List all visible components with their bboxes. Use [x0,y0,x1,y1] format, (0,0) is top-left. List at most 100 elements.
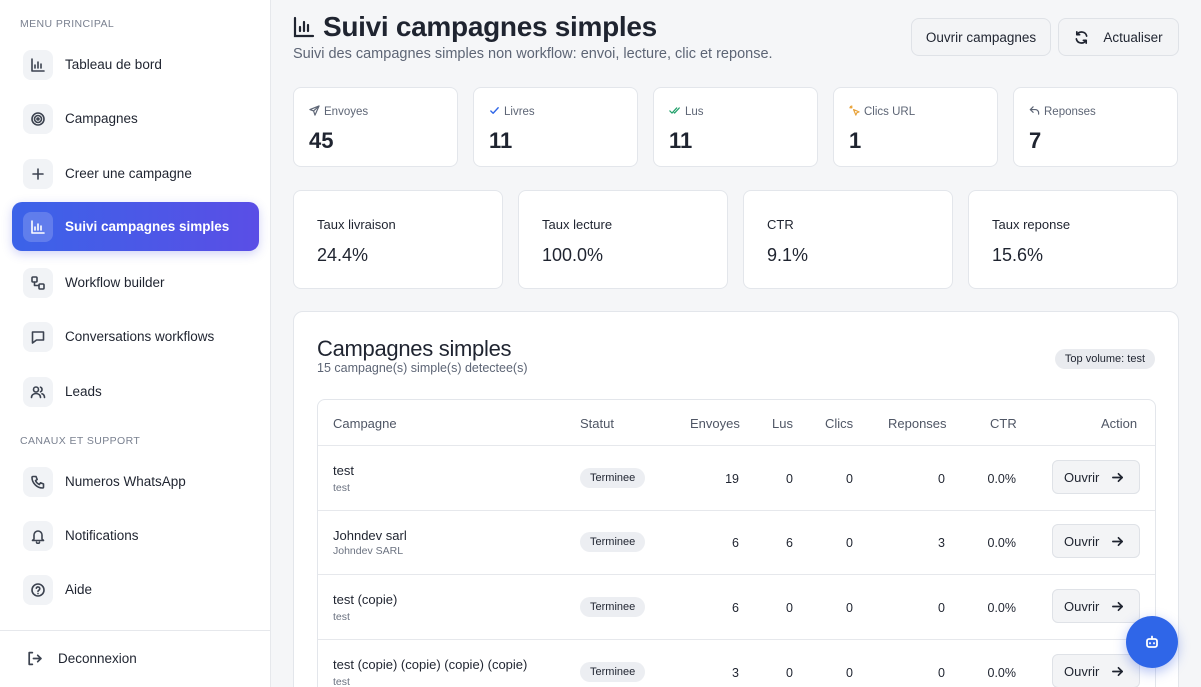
bar-chart-icon [23,211,53,242]
stat-label: Envoyes [309,105,368,118]
cell-envoyes: 3 [732,666,739,680]
open-button-label: Ouvrir [1064,663,1100,679]
sidebar-item-numeros-whatsapp[interactable]: Numeros WhatsApp [12,457,259,506]
sidebar-item-label: Workflow builder [65,275,165,290]
cell-reponses: 3 [938,536,945,550]
sidebar-item-creer-campagne[interactable]: Creer une campagne [12,149,259,198]
page-title-text: Suivi campagnes simples [323,11,657,42]
table-row: test test Terminee 19 0 0 0 0.0% Ouvrir [318,445,1155,510]
cell-reponses: 0 [938,666,945,680]
open-campaigns-label: Ouvrir campagnes [925,29,1037,45]
sidebar-item-label: Suivi campagnes simples [65,219,230,234]
open-campaign-button[interactable]: Ouvrir [1052,524,1140,558]
campaign-sub: test [333,676,350,687]
cell-ctr: 0.0% [987,472,1017,486]
column-header-campagne: Campagne [333,416,397,431]
rate-label: Taux reponse [992,217,1071,232]
sidebar-item-label: Notifications [65,528,139,543]
sidebar-item-leads[interactable]: Leads [12,367,259,416]
column-header-envoyes: Envoyes [690,416,740,431]
table-row: test (copie) (copie) (copie) (copie) tes… [318,639,1155,687]
status-badge: Terminee [580,532,646,552]
cell-reponses: 0 [938,601,945,615]
campaigns-panel: Campagnes simples 15 campagne(s) simple(… [293,311,1179,687]
stat-value: 11 [669,128,693,153]
logout-label: Deconnexion [58,651,137,666]
rate-card-livraison: Taux livraison 24.4% [293,190,503,289]
panel-subtitle: 15 campagne(s) simple(s) detectee(s) [317,361,528,375]
sidebar-divider [0,630,270,631]
status-badge: Terminee [580,597,646,617]
column-header-statut: Statut [580,416,614,431]
stat-label: Reponses [1029,105,1096,118]
open-campaigns-button[interactable]: Ouvrir campagnes [911,18,1051,56]
stat-value: 1 [849,128,862,153]
cell-lus: 6 [786,536,793,550]
cell-ctr: 0.0% [987,536,1017,550]
campaign-name: test [333,463,354,478]
stat-card-livres: Livres 11 [473,87,638,167]
bell-icon [23,520,53,551]
refresh-label: Actualiser [1103,29,1163,45]
campaign-name: test (copie) (copie) (copie) (copie) [333,657,528,672]
sidebar-item-label: Leads [65,384,102,399]
stat-label-text: Livres [504,105,535,118]
column-header-lus: Lus [772,416,793,431]
arrow-right-icon [1112,666,1124,676]
column-header-clics: Clics [825,416,854,431]
section-label-main: MENU PRINCIPAL [20,18,115,30]
stat-value: 45 [309,128,334,153]
stat-label: Lus [669,105,704,118]
stat-label-text: Reponses [1044,105,1096,118]
column-header-ctr: CTR [990,416,1017,431]
rate-label: Taux lecture [542,217,613,232]
sidebar-item-workflow-builder[interactable]: Workflow builder [12,258,259,307]
page-subtitle: Suivi des campagnes simples non workflow… [293,46,773,62]
rate-card-reponse: Taux reponse 15.6% [968,190,1178,289]
cell-clics: 0 [846,601,853,615]
refresh-button[interactable]: Actualiser [1058,18,1179,56]
phone-icon [23,466,53,497]
sidebar-item-label: Numeros WhatsApp [65,474,186,489]
send-icon [309,105,320,118]
sidebar-item-suivi-campagnes[interactable]: Suivi campagnes simples [12,202,259,251]
rate-value: 15.6% [992,245,1044,265]
table-row: test (copie) test Terminee 6 0 0 0 0.0% … [318,574,1155,639]
sidebar: MENU PRINCIPAL Tableau de bord Campagnes… [0,0,271,687]
sidebar-item-notifications[interactable]: Notifications [12,511,259,560]
sidebar-item-conversations[interactable]: Conversations workflows [12,312,259,361]
logout-button[interactable]: Deconnexion [26,650,137,667]
campaign-name: test (copie) [333,592,398,607]
top-volume-badge: Top volume: test [1054,349,1155,369]
stat-value: 11 [489,128,513,153]
open-campaign-button[interactable]: Ouvrir [1052,460,1140,494]
rate-label: CTR [767,217,794,232]
stat-label-text: Clics URL [864,105,916,118]
assistant-bot-button[interactable] [1126,616,1178,668]
cell-reponses: 0 [938,472,945,486]
cell-clics: 0 [846,472,853,486]
plus-icon [23,158,53,189]
sidebar-item-tableau-de-bord[interactable]: Tableau de bord [12,40,259,89]
page-title: Suivi campagnes simples [293,11,657,43]
cell-clics: 0 [846,666,853,680]
sidebar-item-campagnes[interactable]: Campagnes [12,94,259,143]
open-button-label: Ouvrir [1064,469,1100,485]
message-icon [23,321,53,352]
campaigns-table: Campagne Statut Envoyes Lus Clics Repons… [317,399,1156,687]
column-header-action: Action [1101,416,1138,431]
status-badge: Terminee [580,468,646,488]
status-badge: Terminee [580,662,646,682]
sidebar-item-aide[interactable]: Aide [12,565,259,614]
open-campaign-button[interactable]: Ouvrir [1052,589,1140,623]
open-button-label: Ouvrir [1064,533,1100,549]
sidebar-item-label: Conversations workflows [65,329,215,344]
cell-ctr: 0.0% [987,601,1017,615]
help-icon [23,574,53,605]
stat-card-clics: Clics URL 1 [833,87,998,167]
open-campaign-button[interactable]: Ouvrir [1052,654,1140,687]
double-check-icon [669,105,681,118]
cell-clics: 0 [846,536,853,550]
section-label-support: CANAUX ET SUPPORT [20,435,141,447]
panel-title: Campagnes simples [317,336,512,361]
